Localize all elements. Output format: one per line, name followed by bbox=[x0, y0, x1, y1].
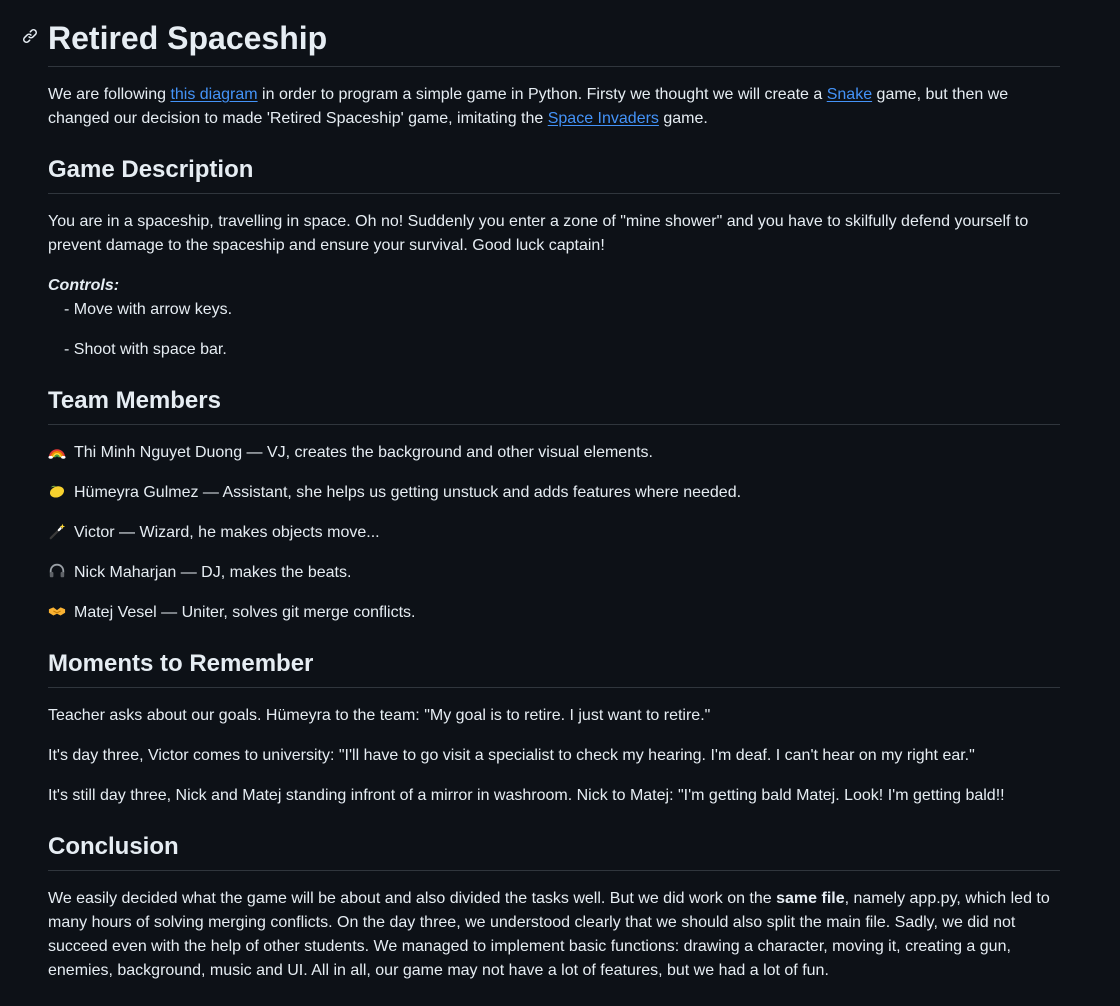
snake-link[interactable]: Snake bbox=[827, 86, 872, 103]
controls-label: Controls: bbox=[48, 277, 120, 294]
space-invaders-link[interactable]: Space Invaders bbox=[548, 110, 659, 127]
team-member-text: Nick Maharjan — DJ, makes the beats. bbox=[74, 564, 352, 581]
rainbow-icon bbox=[48, 449, 66, 459]
team-member-item: Matej Vesel — Uniter, solves git merge c… bbox=[48, 601, 1060, 625]
team-member-text: Thi Minh Nguyet Duong — VJ, creates the … bbox=[74, 444, 653, 461]
moments-heading: Moments to Remember bbox=[48, 649, 1060, 688]
intro-text: in order to program a simple game in Pyt… bbox=[257, 86, 827, 103]
team-member-text: Matej Vesel — Uniter, solves git merge c… bbox=[74, 604, 416, 621]
conclusion-bold-text: same file bbox=[776, 890, 845, 907]
lemon-icon bbox=[49, 485, 65, 498]
moment-item: It's still day three, Nick and Matej sta… bbox=[48, 787, 1005, 804]
magic-wand-icon bbox=[49, 523, 66, 540]
conclusion-text: We easily decided what the game will be … bbox=[48, 887, 1060, 983]
team-member-item: Hümeyra Gulmez — Assistant, she helps us… bbox=[48, 481, 1060, 505]
controls-paragraph: Controls: - Move with arrow keys. bbox=[48, 274, 1060, 322]
conclusion-text-part: We easily decided what the game will be … bbox=[48, 890, 777, 907]
intro-text: game. bbox=[658, 110, 708, 127]
moment-item: Teacher asks about our goals. Hümeyra to… bbox=[48, 707, 711, 724]
team-member-text: Hümeyra Gulmez — Assistant, she helps us… bbox=[74, 484, 742, 501]
link-anchor-icon[interactable] bbox=[22, 28, 38, 44]
moment-item: It's day three, Victor comes to universi… bbox=[48, 747, 975, 764]
team-member-text: Victor — Wizard, he makes objects move..… bbox=[74, 524, 380, 541]
game-description-heading: Game Description bbox=[48, 155, 1060, 194]
readme-content: Retired Spaceship We are following this … bbox=[22, 0, 1060, 983]
page-title-text: Retired Spaceship bbox=[48, 20, 328, 56]
headphones-icon bbox=[49, 563, 65, 578]
game-description-text: You are in a spaceship, travelling in sp… bbox=[48, 213, 1029, 254]
intro-text: We are following bbox=[48, 86, 171, 103]
diagram-link[interactable]: this diagram bbox=[170, 86, 257, 103]
team-member-item: Thi Minh Nguyet Duong — VJ, creates the … bbox=[48, 441, 1060, 465]
intro-paragraph: We are following this diagram in order t… bbox=[48, 83, 1060, 131]
control-item: - Shoot with space bar. bbox=[64, 341, 227, 358]
team-members-heading: Team Members bbox=[48, 386, 1060, 425]
page-title: Retired Spaceship bbox=[22, 0, 1060, 67]
handshake-icon bbox=[48, 607, 66, 616]
team-member-item: Nick Maharjan — DJ, makes the beats. bbox=[48, 561, 1060, 585]
control-item: - Move with arrow keys. bbox=[64, 301, 233, 318]
team-member-item: Victor — Wizard, he makes objects move..… bbox=[48, 521, 1060, 545]
conclusion-heading: Conclusion bbox=[48, 832, 1060, 871]
